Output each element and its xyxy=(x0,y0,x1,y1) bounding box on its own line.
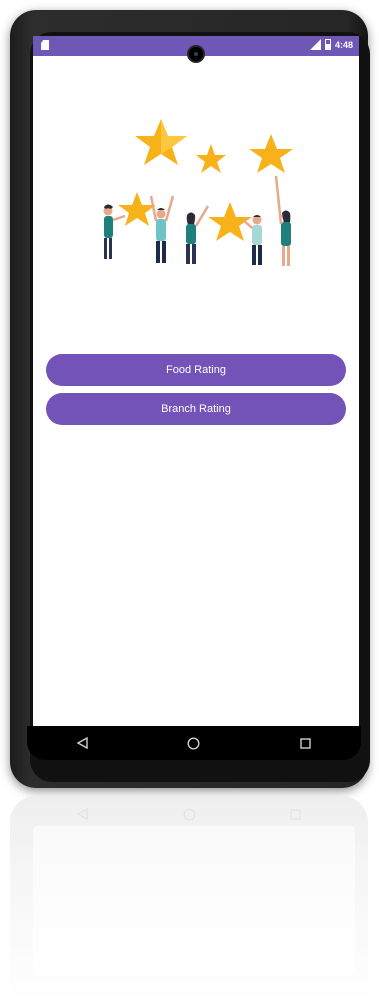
sd-card-icon xyxy=(41,40,49,50)
person-figure xyxy=(186,205,210,264)
person-figure xyxy=(103,204,126,259)
status-time: 4:48 xyxy=(334,39,353,50)
person-figure xyxy=(242,215,262,265)
food-rating-button[interactable]: Food Rating xyxy=(46,354,346,386)
home-icon xyxy=(187,736,200,750)
battery-icon xyxy=(324,39,331,50)
reflection-screen xyxy=(33,826,355,976)
reflection-nav xyxy=(30,804,348,824)
home-icon xyxy=(183,808,196,820)
rating-illustration xyxy=(103,119,293,266)
signal-icon xyxy=(309,39,321,50)
recents-icon xyxy=(300,737,311,749)
home-button[interactable] xyxy=(174,726,214,760)
back-button[interactable] xyxy=(63,726,103,760)
star-icon xyxy=(249,134,293,173)
person-figure xyxy=(274,175,291,266)
recents-icon xyxy=(290,808,301,820)
recents-button[interactable] xyxy=(285,726,325,760)
phone-reflection xyxy=(10,796,368,1002)
front-camera-icon xyxy=(187,45,205,63)
status-icons: 4:48 xyxy=(309,39,353,50)
star-icon xyxy=(135,119,187,165)
navigation-bar xyxy=(27,726,361,760)
app-screen: 4:48 Food Rating Branch Rating xyxy=(33,36,359,726)
star-icon xyxy=(196,144,226,173)
branch-rating-button[interactable]: Branch Rating xyxy=(46,393,346,425)
back-icon xyxy=(76,737,88,749)
back-icon xyxy=(77,808,88,820)
